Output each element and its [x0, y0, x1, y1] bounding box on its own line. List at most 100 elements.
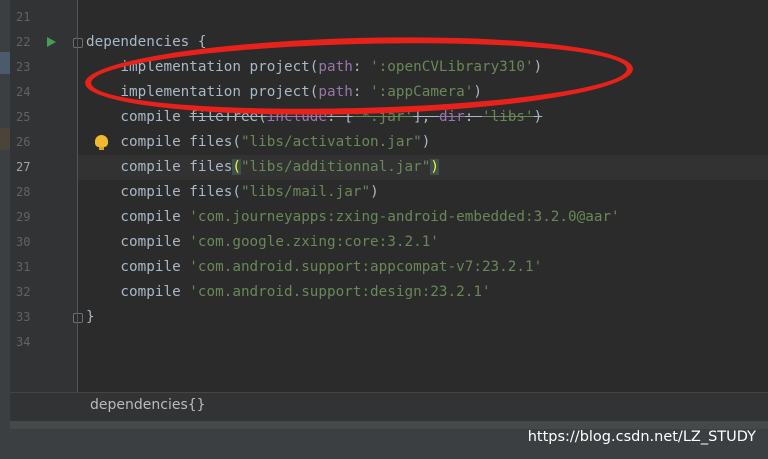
- code-token: ): [533, 109, 543, 125]
- code-text: }: [86, 305, 95, 330]
- code-token: (: [232, 159, 241, 175]
- code-token: compile files: [86, 159, 233, 175]
- line-number: 24: [16, 85, 31, 99]
- code-token: include: [266, 109, 328, 125]
- status-stripe: [10, 421, 768, 429]
- gutter-line[interactable]: 32: [10, 280, 78, 305]
- line-number: 23: [16, 60, 31, 74]
- code-line[interactable]: implementation project(path: ':appCamera…: [78, 80, 768, 105]
- gutter-line[interactable]: 23: [10, 55, 78, 80]
- code-token: '*.jar': [352, 109, 414, 125]
- code-token: :: [464, 109, 482, 125]
- breadcrumb-item[interactable]: dependencies{}: [90, 397, 206, 413]
- gutter-line[interactable]: 26: [10, 130, 78, 155]
- code-token: }: [86, 309, 95, 325]
- code-token: implementation project(: [86, 59, 319, 75]
- code-line[interactable]: compile files("libs/mail.jar"): [78, 180, 768, 205]
- code-token: 'com.journeyapps:zxing-android-embedded:…: [189, 209, 620, 225]
- gutter-line[interactable]: 25: [10, 105, 78, 130]
- tool-window-marker: [0, 52, 10, 74]
- gutter-line[interactable]: 30: [10, 230, 78, 255]
- run-icon[interactable]: [47, 37, 56, 47]
- line-number: 31: [16, 260, 31, 274]
- code-token: fileTree(: [189, 109, 267, 125]
- code-token: ): [421, 134, 431, 150]
- code-text: compile 'com.android.support:design:23.2…: [86, 280, 491, 305]
- gutter-line[interactable]: 34: [10, 330, 78, 355]
- gutter-line[interactable]: 28: [10, 180, 78, 205]
- line-number: 34: [16, 335, 31, 349]
- code-token: path: [318, 84, 353, 100]
- code-line[interactable]: compile files("libs/additionnal.jar"): [78, 155, 768, 180]
- code-token: ':appCamera': [370, 84, 474, 100]
- gutter-line[interactable]: 27: [10, 155, 78, 180]
- code-text: compile files("libs/additionnal.jar"): [86, 155, 439, 180]
- code-token: ): [473, 84, 482, 100]
- code-text: compile 'com.google.zxing:core:3.2.1': [86, 230, 439, 255]
- code-line[interactable]: dependencies {: [78, 30, 768, 55]
- code-text: implementation project(path: ':appCamera…: [86, 80, 482, 105]
- code-token: 'libs': [482, 109, 534, 125]
- watermark-text: https://blog.csdn.net/LZ_STUDY: [527, 429, 756, 445]
- code-token: compile: [86, 259, 190, 275]
- line-number: 21: [16, 10, 31, 24]
- code-token: "libs/activation.jar": [240, 134, 422, 150]
- code-token: 'com.android.support:appcompat-v7:23.2.1…: [189, 259, 543, 275]
- code-token: implementation project(: [86, 84, 319, 100]
- code-line[interactable]: compile 'com.android.support:design:23.2…: [78, 280, 768, 305]
- line-number: 25: [16, 110, 31, 124]
- code-token: 'com.google.zxing:core:3.2.1': [189, 234, 439, 250]
- code-line[interactable]: implementation project(path: ':openCVLib…: [78, 55, 768, 80]
- code-token: compile: [86, 284, 190, 300]
- code-editor[interactable]: dependencies { implementation project(pa…: [78, 0, 768, 392]
- code-text: compile fileTree(include: ['*.jar'], dir…: [86, 105, 542, 130]
- line-number: 29: [16, 210, 31, 224]
- code-token: compile: [86, 109, 190, 125]
- breadcrumb: dependencies{}: [10, 392, 768, 421]
- code-token: dependencies {: [86, 34, 207, 50]
- gutter-line[interactable]: 31: [10, 255, 78, 280]
- line-number: 30: [16, 235, 31, 249]
- line-number-gutter: 21 22 23 24 25 26 27 28 29 30 31 32 33 34: [10, 0, 83, 392]
- gutter-line[interactable]: 33: [10, 305, 83, 330]
- code-token: "libs/additionnal.jar": [240, 159, 431, 175]
- status-bar: https://blog.csdn.net/LZ_STUDY: [10, 421, 768, 459]
- line-number: 32: [16, 285, 31, 299]
- tool-window-marker: [0, 128, 10, 150]
- code-text: compile 'com.android.support:appcompat-v…: [86, 255, 542, 280]
- code-text: compile 'com.journeyapps:zxing-android-e…: [86, 205, 620, 230]
- code-line[interactable]: compile 'com.google.zxing:core:3.2.1': [78, 230, 768, 255]
- line-number: 26: [16, 135, 31, 149]
- line-number: 33: [16, 310, 31, 324]
- code-text: dependencies {: [86, 30, 207, 55]
- code-token: compile files(: [86, 184, 241, 200]
- code-token: compile: [86, 209, 190, 225]
- code-token: ): [533, 59, 543, 75]
- code-token: path: [318, 59, 353, 75]
- code-token: :: [352, 84, 371, 100]
- code-text: compile files("libs/activation.jar"): [86, 130, 430, 155]
- code-token: "libs/mail.jar": [240, 184, 371, 200]
- code-token: 'com.android.support:design:23.2.1': [189, 284, 491, 300]
- code-line[interactable]: compile 'com.journeyapps:zxing-android-e…: [78, 205, 768, 230]
- code-token: ): [430, 159, 439, 175]
- lightbulb-icon[interactable]: [95, 135, 108, 150]
- gutter-line[interactable]: 21: [10, 5, 78, 30]
- code-line[interactable]: compile fileTree(include: ['*.jar'], dir…: [78, 105, 768, 130]
- code-line[interactable]: [78, 5, 768, 30]
- gutter-line[interactable]: 22: [10, 30, 83, 55]
- code-line[interactable]: [78, 330, 768, 355]
- code-token: :: [352, 59, 371, 75]
- code-token: dir: [438, 109, 465, 125]
- code-token: ':openCVLibrary310': [370, 59, 534, 75]
- gutter-line[interactable]: 29: [10, 205, 78, 230]
- code-token: compile: [86, 234, 190, 250]
- code-line[interactable]: compile files("libs/activation.jar"): [78, 130, 768, 155]
- code-text: compile files("libs/mail.jar"): [86, 180, 378, 205]
- tool-window-strip: [0, 0, 10, 459]
- line-number: 28: [16, 185, 31, 199]
- code-line[interactable]: }: [78, 305, 768, 330]
- code-line[interactable]: compile 'com.android.support:appcompat-v…: [78, 255, 768, 280]
- code-token: compile files(: [86, 134, 241, 150]
- gutter-line[interactable]: 24: [10, 80, 78, 105]
